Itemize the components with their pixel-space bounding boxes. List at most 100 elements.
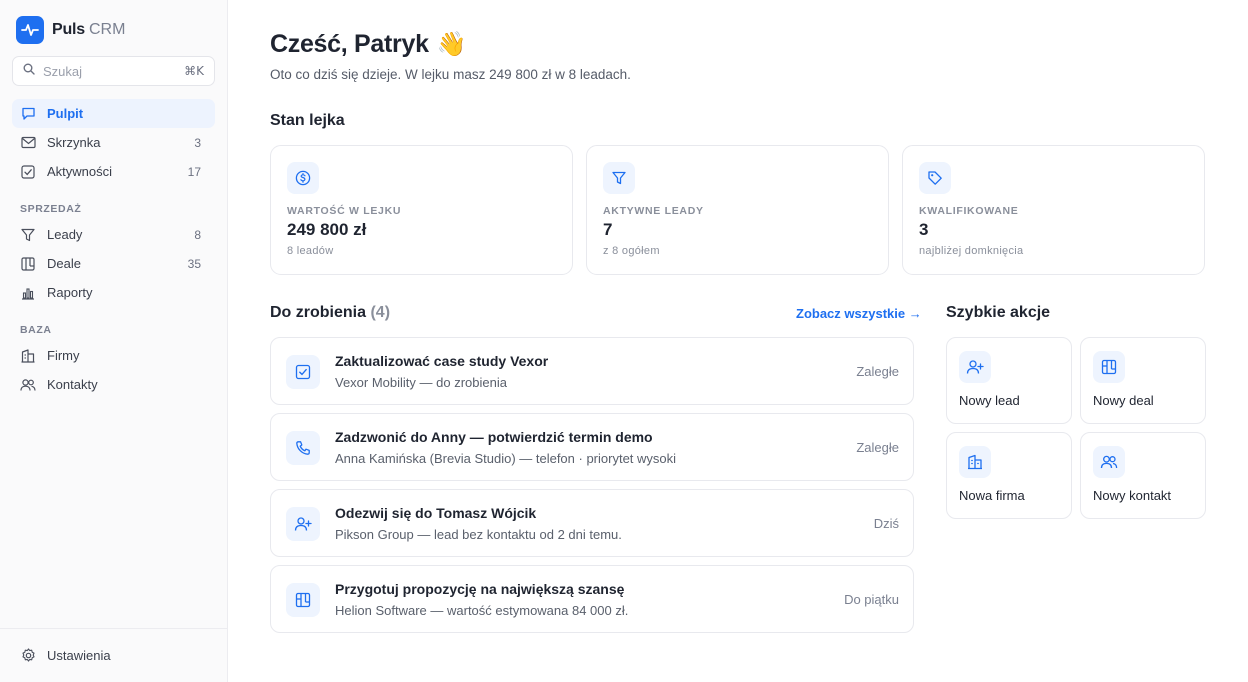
sidebar: Puls CRM ⌘K Pulpit Skrzynka 3 Aktywnoś xyxy=(0,0,228,682)
building-icon xyxy=(959,446,991,478)
stat-note: z 8 ogółem xyxy=(603,245,660,257)
main-content: Cześć, Patryk 👋 Oto co dziś się dzieje. … xyxy=(228,0,1248,682)
users-icon xyxy=(20,377,36,393)
nav-section-base: BAZA xyxy=(20,324,52,336)
stat-card-active-leads[interactable]: AKTYWNE LEADY 7 z 8 ogółem xyxy=(586,145,889,275)
todo-title-text: Do zrobienia xyxy=(270,304,367,321)
todo-item-subtitle: Helion Software — wartość estymowana 84 … xyxy=(335,603,629,618)
todo-item-due: Zaległe xyxy=(856,440,899,455)
kanban-icon xyxy=(286,583,320,617)
quick-action-label: Nowy kontakt xyxy=(1093,488,1172,503)
todo-item-subtitle: Anna Kamińska (Brevia Studio) — telefon … xyxy=(335,451,677,466)
todo-item-due: Dziś xyxy=(873,516,899,531)
pulse-logo-icon xyxy=(16,16,44,44)
sidebar-item-count: 35 xyxy=(187,256,201,271)
checkbox-icon xyxy=(286,355,320,389)
todo-item[interactable]: Odezwij się do Tomasz Wójcik Pikson Grou… xyxy=(270,489,914,557)
sidebar-item-aktywnosci[interactable]: Aktywności 17 xyxy=(12,157,215,186)
todo-item-title: Odezwij się do Tomasz Wójcik xyxy=(335,505,537,521)
search-box[interactable]: ⌘K xyxy=(12,56,215,86)
todo-count: (4) xyxy=(370,304,391,321)
quick-action-new-lead[interactable]: Nowy lead xyxy=(946,337,1072,424)
search-shortcut: ⌘K xyxy=(184,64,204,78)
building-icon xyxy=(20,348,36,364)
search-input[interactable] xyxy=(43,63,163,79)
stat-card-qualified[interactable]: KWALIFIKOWANE 3 najbliżej domknięcia xyxy=(902,145,1205,275)
pipeline-title: Stan lejka xyxy=(270,112,345,129)
todo-item-subtitle: Vexor Mobility — do zrobienia xyxy=(335,375,507,390)
user-plus-icon xyxy=(286,507,320,541)
sidebar-item-deale[interactable]: Deale 35 xyxy=(12,249,215,278)
stat-label: WARTOŚĆ W LEJKU xyxy=(287,205,402,217)
sidebar-item-raporty[interactable]: Raporty xyxy=(12,278,215,307)
quick-actions-title: Szybkie akcje xyxy=(946,304,1051,321)
sidebar-item-count: 17 xyxy=(187,164,201,179)
funnel-icon xyxy=(20,227,36,243)
todo-item-due: Do piątku xyxy=(844,592,899,607)
dollar-icon xyxy=(287,162,319,194)
todo-item[interactable]: Przygotuj propozycję na największą szans… xyxy=(270,565,914,633)
stat-value: 249 800 zł xyxy=(287,220,367,239)
quick-action-new-company[interactable]: Nowa firma xyxy=(946,432,1072,519)
sidebar-item-pulpit[interactable]: Pulpit xyxy=(12,99,215,128)
bar-chart-icon xyxy=(20,285,36,301)
quick-action-new-deal[interactable]: Nowy deal xyxy=(1080,337,1206,424)
quick-action-label: Nowy deal xyxy=(1093,393,1154,408)
stat-value: 3 xyxy=(919,220,929,239)
brand[interactable]: Puls CRM xyxy=(16,16,125,44)
wave-emoji: 👋 xyxy=(436,31,467,58)
sidebar-item-label: Pulpit xyxy=(47,106,84,121)
greeting-text: Cześć, Patryk xyxy=(270,30,429,58)
checkbox-icon xyxy=(20,164,36,180)
sidebar-footer: Ustawienia xyxy=(0,628,227,682)
sidebar-item-kontakty[interactable]: Kontakty xyxy=(12,370,215,399)
brand-name: Puls xyxy=(52,21,85,38)
nav-sales: Leady 8 Deale 35 Raporty xyxy=(12,220,215,307)
gear-icon xyxy=(20,648,36,664)
users-icon xyxy=(1093,446,1125,478)
kanban-icon xyxy=(1093,351,1125,383)
sidebar-item-count: 3 xyxy=(194,135,201,150)
stat-note: 8 leadów xyxy=(287,245,334,257)
dashboard-icon xyxy=(20,106,36,122)
todo-item[interactable]: Zaktualizować case study Vexor Vexor Mob… xyxy=(270,337,914,405)
nav-main: Pulpit Skrzynka 3 Aktywności 17 xyxy=(12,99,215,186)
page-title: Cześć, Patryk 👋 xyxy=(270,30,467,59)
stat-card-pipeline-value[interactable]: WARTOŚĆ W LEJKU 249 800 zł 8 leadów xyxy=(270,145,573,275)
sidebar-item-label: Firmy xyxy=(47,348,80,363)
sidebar-item-settings[interactable]: Ustawienia xyxy=(12,641,215,670)
quick-action-label: Nowa firma xyxy=(959,488,1025,503)
see-all-link[interactable]: Zobacz wszystkie → xyxy=(796,306,922,321)
quick-action-new-contact[interactable]: Nowy kontakt xyxy=(1080,432,1206,519)
stat-label: KWALIFIKOWANE xyxy=(919,205,1019,217)
page-subtitle: Oto co dziś się dzieje. W lejku masz 249… xyxy=(270,67,631,82)
sidebar-item-label: Ustawienia xyxy=(47,648,111,663)
sidebar-item-skrzynka[interactable]: Skrzynka 3 xyxy=(12,128,215,157)
sidebar-item-label: Deale xyxy=(47,256,81,271)
todo-item-title: Zadzwonić do Anny — potwierdzić termin d… xyxy=(335,429,653,445)
todo-item-title: Przygotuj propozycję na największą szans… xyxy=(335,581,625,597)
search-icon xyxy=(23,62,35,80)
todo-item[interactable]: Zadzwonić do Anny — potwierdzić termin d… xyxy=(270,413,914,481)
todo-item-title: Zaktualizować case study Vexor xyxy=(335,353,549,369)
tag-icon xyxy=(919,162,951,194)
nav-base: Firmy Kontakty xyxy=(12,341,215,399)
sidebar-item-label: Raporty xyxy=(47,285,93,300)
funnel-icon xyxy=(603,162,635,194)
mail-icon xyxy=(20,135,36,151)
brand-sub: CRM xyxy=(89,21,126,38)
sidebar-item-label: Aktywności xyxy=(47,164,113,179)
todo-title: Do zrobienia (4) xyxy=(270,304,390,322)
sidebar-item-leady[interactable]: Leady 8 xyxy=(12,220,215,249)
sidebar-item-label: Skrzynka xyxy=(47,135,101,150)
stat-note: najbliżej domknięcia xyxy=(919,245,1024,257)
nav-section-sales: SPRZEDAŻ xyxy=(20,203,82,215)
sidebar-item-firmy[interactable]: Firmy xyxy=(12,341,215,370)
stat-label: AKTYWNE LEADY xyxy=(603,205,704,217)
sidebar-item-count: 8 xyxy=(194,227,201,242)
stat-value: 7 xyxy=(603,220,613,239)
sidebar-item-label: Kontakty xyxy=(47,377,98,392)
phone-icon xyxy=(286,431,320,465)
kanban-icon xyxy=(20,256,36,272)
quick-action-label: Nowy lead xyxy=(959,393,1020,408)
